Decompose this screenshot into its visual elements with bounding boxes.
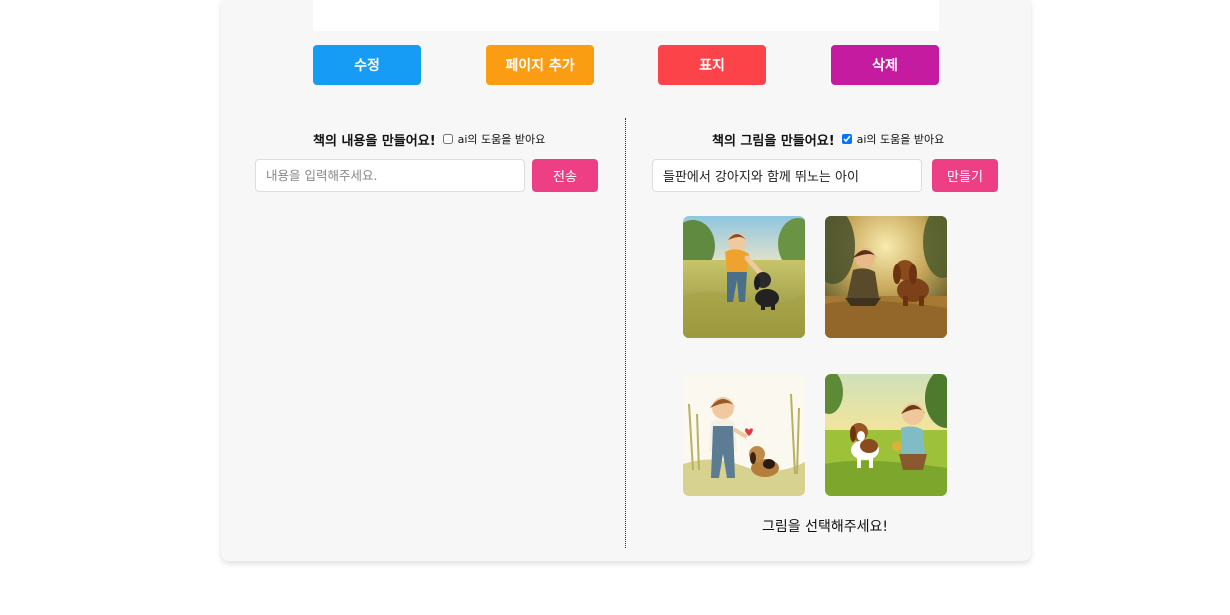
text-panel-title: 책의 내용을 만들어요! [313, 133, 436, 149]
delete-button[interactable]: 삭제 [831, 45, 939, 85]
panel-divider [625, 118, 626, 548]
select-image-prompt: 그림을 선택해주세요! [762, 519, 888, 535]
content-input[interactable] [255, 159, 525, 192]
generate-button[interactable]: 만들기 [932, 159, 998, 192]
cover-button[interactable]: 표지 [658, 45, 766, 85]
generated-image-4[interactable] [825, 374, 947, 496]
generated-image-1[interactable] [683, 216, 805, 338]
image-panel-header: 책의 그림을 만들어요! ai의 도움을 받아요 [712, 130, 945, 149]
submit-button[interactable]: 전송 [532, 159, 598, 192]
add-page-button[interactable]: 페이지 추가 [486, 45, 594, 85]
text-panel-header: 책의 내용을 만들어요! ai의 도움을 받아요 [313, 130, 546, 149]
text-ai-help-label[interactable]: ai의 도움을 받아요 [458, 131, 546, 147]
text-ai-help-checkbox[interactable] [442, 134, 453, 144]
page-preview [313, 0, 939, 31]
image-ai-help-label[interactable]: ai의 도움을 받아요 [857, 131, 945, 147]
image-ai-help-checkbox[interactable] [841, 134, 852, 144]
image-panel-title: 책의 그림을 만들어요! [712, 133, 835, 149]
generated-image-3[interactable] [683, 374, 805, 496]
generated-image-2[interactable] [825, 216, 947, 338]
edit-button[interactable]: 수정 [313, 45, 421, 85]
image-prompt-input[interactable] [652, 159, 922, 192]
